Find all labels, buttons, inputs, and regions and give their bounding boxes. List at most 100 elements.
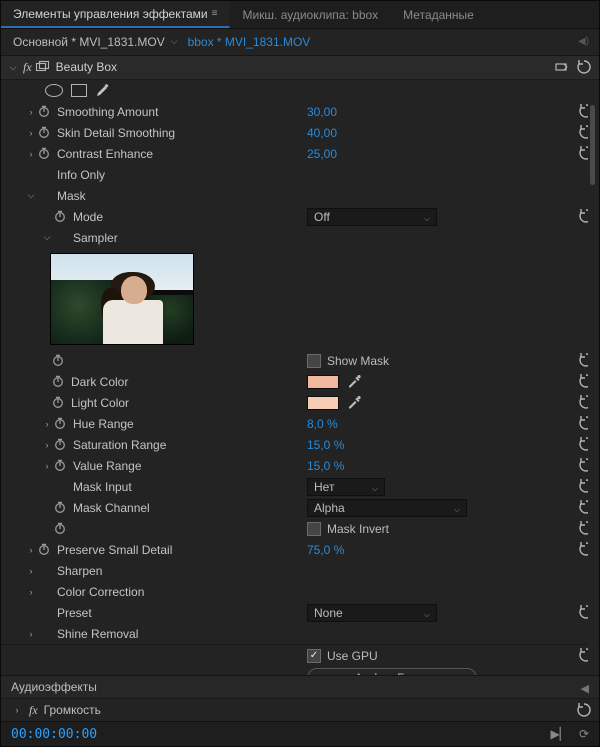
audio-effects-header: Аудиоэффекты ◀	[1, 676, 599, 699]
tab-label: Метаданные	[403, 8, 474, 22]
tab-effect-controls[interactable]: Элементы управления эффектами ≡	[1, 1, 230, 28]
prop-value[interactable]: 75,0 %	[307, 543, 344, 557]
panel-menu-icon[interactable]: ≡	[212, 8, 218, 19]
audio-toggle-icon[interactable]: ◀)	[578, 36, 589, 47]
prop-info-only: › Info Only	[1, 164, 599, 185]
chevron-right-icon[interactable]: ›	[41, 440, 53, 450]
chevron-right-icon[interactable]: ›	[11, 705, 23, 715]
stopwatch-icon[interactable]	[51, 354, 65, 368]
sampler-preview[interactable]	[51, 254, 193, 344]
chevron-right-icon[interactable]: ›	[41, 461, 53, 471]
reset-icon[interactable]	[577, 703, 591, 720]
fx-badge-icon[interactable]: fx	[23, 60, 32, 75]
stopwatch-icon[interactable]	[51, 396, 65, 410]
scrollbar-thumb[interactable]	[590, 105, 595, 185]
play-icon[interactable]: ▶▏	[550, 727, 568, 741]
chevron-down-icon[interactable]: ⌵	[171, 36, 178, 47]
analyze-frame-button[interactable]: Analyze Frame	[307, 668, 477, 675]
show-mask-checkbox[interactable]	[307, 354, 321, 368]
stopwatch-icon[interactable]	[37, 543, 51, 557]
prop-label: Hue Range	[73, 417, 134, 431]
prop-label: Value Range	[73, 459, 142, 473]
pin-effect-icon[interactable]	[555, 60, 569, 74]
prop-label: Info Only	[57, 168, 105, 182]
group-mask: ⌵ Mask	[1, 185, 599, 206]
tab-label: Элементы управления эффектами	[13, 7, 208, 21]
effect-name[interactable]: Beauty Box	[56, 60, 117, 74]
stopwatch-icon[interactable]	[53, 210, 67, 224]
stopwatch-icon[interactable]	[53, 501, 67, 515]
prop-value[interactable]: 40,00	[307, 126, 337, 140]
fx-badge-icon[interactable]: fx	[29, 703, 38, 718]
prop-saturation-range: › Saturation Range 15,0 %	[1, 434, 599, 455]
eyedropper-icon[interactable]	[347, 374, 362, 389]
effect-name[interactable]: Громкость	[44, 703, 101, 717]
chevron-right-icon[interactable]: ›	[25, 587, 37, 597]
prop-hue-range: › Hue Range 8,0 %	[1, 413, 599, 434]
group-color-correction: › Color Correction	[1, 581, 599, 602]
chevron-right-icon[interactable]: ›	[25, 128, 37, 138]
stopwatch-icon[interactable]	[53, 417, 67, 431]
sequence-clip-name[interactable]: bbox * MVI_1831.MOV	[188, 35, 311, 49]
pen-mask-icon[interactable]	[95, 83, 110, 98]
prop-value[interactable]: 8,0 %	[307, 417, 338, 431]
mask-input-dropdown[interactable]: Нет ⌵	[307, 478, 385, 496]
light-color-swatch[interactable]	[307, 396, 339, 410]
timecode-display[interactable]: 00:00:00:00	[11, 727, 97, 742]
prop-use-gpu: › ✓ Use GPU	[1, 645, 599, 666]
effect-twisty-icon[interactable]: ⌵	[7, 62, 19, 73]
prop-mask-invert: › Mask Invert	[1, 518, 599, 539]
prop-analyze-frame: Analyze Frame	[1, 666, 599, 675]
stopwatch-icon[interactable]	[53, 522, 67, 536]
mask-invert-checkbox[interactable]	[307, 522, 321, 536]
prop-value[interactable]: 15,0 %	[307, 459, 344, 473]
tab-audio-mixer[interactable]: Микш. аудиоклипа: bbox	[230, 1, 391, 28]
prop-show-mask: Show Mask	[1, 350, 599, 371]
stopwatch-icon[interactable]	[37, 147, 51, 161]
chevron-right-icon[interactable]: ›	[25, 149, 37, 159]
dark-color-swatch[interactable]	[307, 375, 339, 389]
chevron-down-icon[interactable]: ⌵	[41, 232, 53, 243]
prop-value[interactable]: 25,00	[307, 147, 337, 161]
audio-toggle-icon[interactable]: ◀	[581, 682, 589, 695]
chevron-right-icon[interactable]: ›	[25, 566, 37, 576]
chevron-right-icon[interactable]: ›	[25, 629, 37, 639]
stopwatch-icon[interactable]	[51, 375, 65, 389]
vertical-scrollbar[interactable]	[588, 101, 598, 675]
prop-contrast-enhance: › Contrast Enhance 25,00	[1, 143, 599, 164]
prop-dark-color: Dark Color	[1, 371, 599, 392]
eyedropper-icon[interactable]	[347, 395, 362, 410]
chevron-down-icon: ⌵	[424, 610, 430, 620]
stopwatch-icon[interactable]	[53, 459, 67, 473]
audio-effects-section: Аудиоэффекты ◀ › fx Громкость 00:00:00:0…	[1, 675, 599, 746]
use-gpu-checkbox[interactable]: ✓	[307, 649, 321, 663]
prop-preserve-small-detail: › Preserve Small Detail 75,0 %	[1, 539, 599, 560]
chevron-right-icon[interactable]: ›	[25, 545, 37, 555]
motion-icon[interactable]	[36, 61, 50, 73]
chevron-down-icon[interactable]: ⌵	[25, 190, 37, 201]
loop-icon[interactable]: ⟳	[579, 727, 589, 741]
mask-shape-tools	[1, 80, 599, 101]
rectangle-mask-icon[interactable]	[71, 84, 87, 97]
prop-mask-channel: › Mask Channel Alpha ⌵	[1, 497, 599, 518]
group-shine-removal: › Shine Removal	[1, 623, 599, 644]
preset-dropdown[interactable]: None ⌵	[307, 604, 437, 622]
prop-value[interactable]: 15,0 %	[307, 438, 344, 452]
tab-metadata[interactable]: Метаданные	[391, 1, 487, 28]
reset-effect-icon[interactable]	[577, 60, 591, 74]
ellipse-mask-icon[interactable]	[45, 84, 63, 97]
prop-smoothing-amount: › Smoothing Amount 30,00	[1, 101, 599, 122]
chevron-right-icon[interactable]: ›	[25, 107, 37, 117]
mask-channel-dropdown[interactable]: Alpha ⌵	[307, 499, 467, 517]
prop-value-range: › Value Range 15,0 %	[1, 455, 599, 476]
chevron-right-icon[interactable]: ›	[41, 419, 53, 429]
prop-value[interactable]: 30,00	[307, 105, 337, 119]
timecode-bar: 00:00:00:00 ▶▏ ⟳	[1, 721, 599, 746]
section-title: Аудиоэффекты	[11, 680, 97, 694]
stopwatch-icon[interactable]	[37, 126, 51, 140]
master-clip-name[interactable]: Основной * MVI_1831.MOV	[13, 35, 165, 49]
stopwatch-icon[interactable]	[53, 438, 67, 452]
stopwatch-icon[interactable]	[37, 105, 51, 119]
mode-dropdown[interactable]: Off ⌵	[307, 208, 437, 226]
panel-tabs: Элементы управления эффектами ≡ Микш. ау…	[1, 1, 599, 29]
